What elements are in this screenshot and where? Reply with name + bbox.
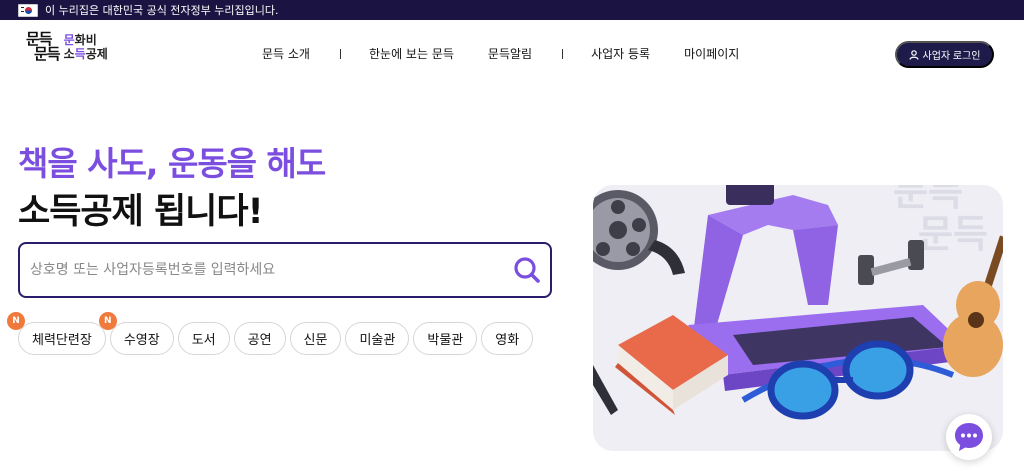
- category-chip-movie[interactable]: 영화: [481, 322, 534, 355]
- category-chip-pool[interactable]: N 수영장: [98, 312, 174, 355]
- category-chip-performance[interactable]: 공연: [233, 322, 286, 355]
- category-chip-gym[interactable]: N 체력단련장: [7, 312, 106, 355]
- gov-banner-text: 이 누리집은 대한민국 공식 전자정부 누리집입니다.: [45, 4, 279, 17]
- logo-mark-line2: 문득: [34, 45, 61, 63]
- category-chip-newspaper[interactable]: 신문: [289, 322, 342, 355]
- guitar-icon: [943, 235, 1003, 377]
- category-chip-museum[interactable]: 박물관: [413, 322, 478, 355]
- main-nav: 문득 소개 한눈에 보는 문득 문득알림 사업자 등록 마이페이지: [262, 45, 739, 62]
- chat-button[interactable]: [946, 414, 992, 460]
- new-badge: N: [7, 312, 25, 330]
- logo-text: 문화비 소득공제: [64, 33, 108, 61]
- category-chip-label: 공연: [247, 333, 272, 348]
- category-chip-label: 박물관: [427, 333, 464, 348]
- category-chips: N 체력단련장 N 수영장 도서 공연 신문 미술관 박물관 영화: [7, 312, 537, 355]
- business-login-label: 사업자 로그인: [922, 51, 981, 62]
- category-chip-label: 영화: [495, 333, 520, 348]
- site-header: 문득 문득 문화비 소득공제 문득 소개 한눈에 보는 문득 문득알림 사업자 …: [0, 20, 1024, 86]
- nav-item-mypage[interactable]: 마이페이지: [684, 45, 739, 62]
- category-chip-label: 미술관: [359, 333, 396, 348]
- business-login-button[interactable]: 사업자 로그인: [895, 41, 994, 68]
- logo-text-line1: 문화비: [63, 33, 97, 47]
- category-chip-art-museum[interactable]: 미술관: [345, 322, 410, 355]
- site-logo[interactable]: 문득 문득 문화비 소득공제: [26, 32, 108, 62]
- business-search-box: [18, 242, 552, 298]
- logo-mark: 문득 문득: [26, 32, 61, 63]
- nav-item-notice[interactable]: 문득알림: [488, 45, 532, 62]
- hero-title-line1: 책을 사도, 운동을 해도: [18, 144, 326, 183]
- korea-flag-icon: [18, 3, 38, 17]
- hero-illustration-art: 문득 문득: [593, 185, 1003, 420]
- watermark-line2: 문득: [918, 212, 988, 256]
- gov-banner: 이 누리집은 대한민국 공식 전자정부 누리집입니다.: [0, 0, 1024, 20]
- category-chip-label: 도서: [191, 333, 216, 348]
- user-icon: [908, 49, 919, 60]
- category-chip-books[interactable]: 도서: [177, 322, 230, 355]
- search-input[interactable]: [30, 259, 490, 281]
- logo-text-line2: 소득공제: [63, 47, 108, 61]
- new-badge: N: [98, 312, 117, 330]
- nav-item-about[interactable]: 문득 소개: [262, 45, 310, 62]
- film-reel-icon: [593, 190, 685, 275]
- hero-title-line2: 소득공제 됩니다!: [18, 192, 264, 232]
- watermark-line1: 문득: [893, 185, 963, 214]
- nav-item-business-register[interactable]: 사업자 등록: [591, 45, 650, 62]
- chat-bubble-icon: [955, 423, 983, 451]
- search-icon[interactable]: [512, 255, 542, 285]
- dumbbell-icon: [858, 240, 924, 285]
- category-chip-label: 신문: [303, 333, 328, 348]
- nav-divider: [562, 48, 564, 59]
- category-chip-label: 수영장: [123, 333, 160, 348]
- hero-illustration: 문득 문득: [593, 185, 1003, 451]
- nav-divider: [339, 48, 341, 59]
- category-chip-label: 체력단련장: [32, 333, 92, 348]
- nav-item-overview[interactable]: 한눈에 보는 문득: [369, 45, 454, 62]
